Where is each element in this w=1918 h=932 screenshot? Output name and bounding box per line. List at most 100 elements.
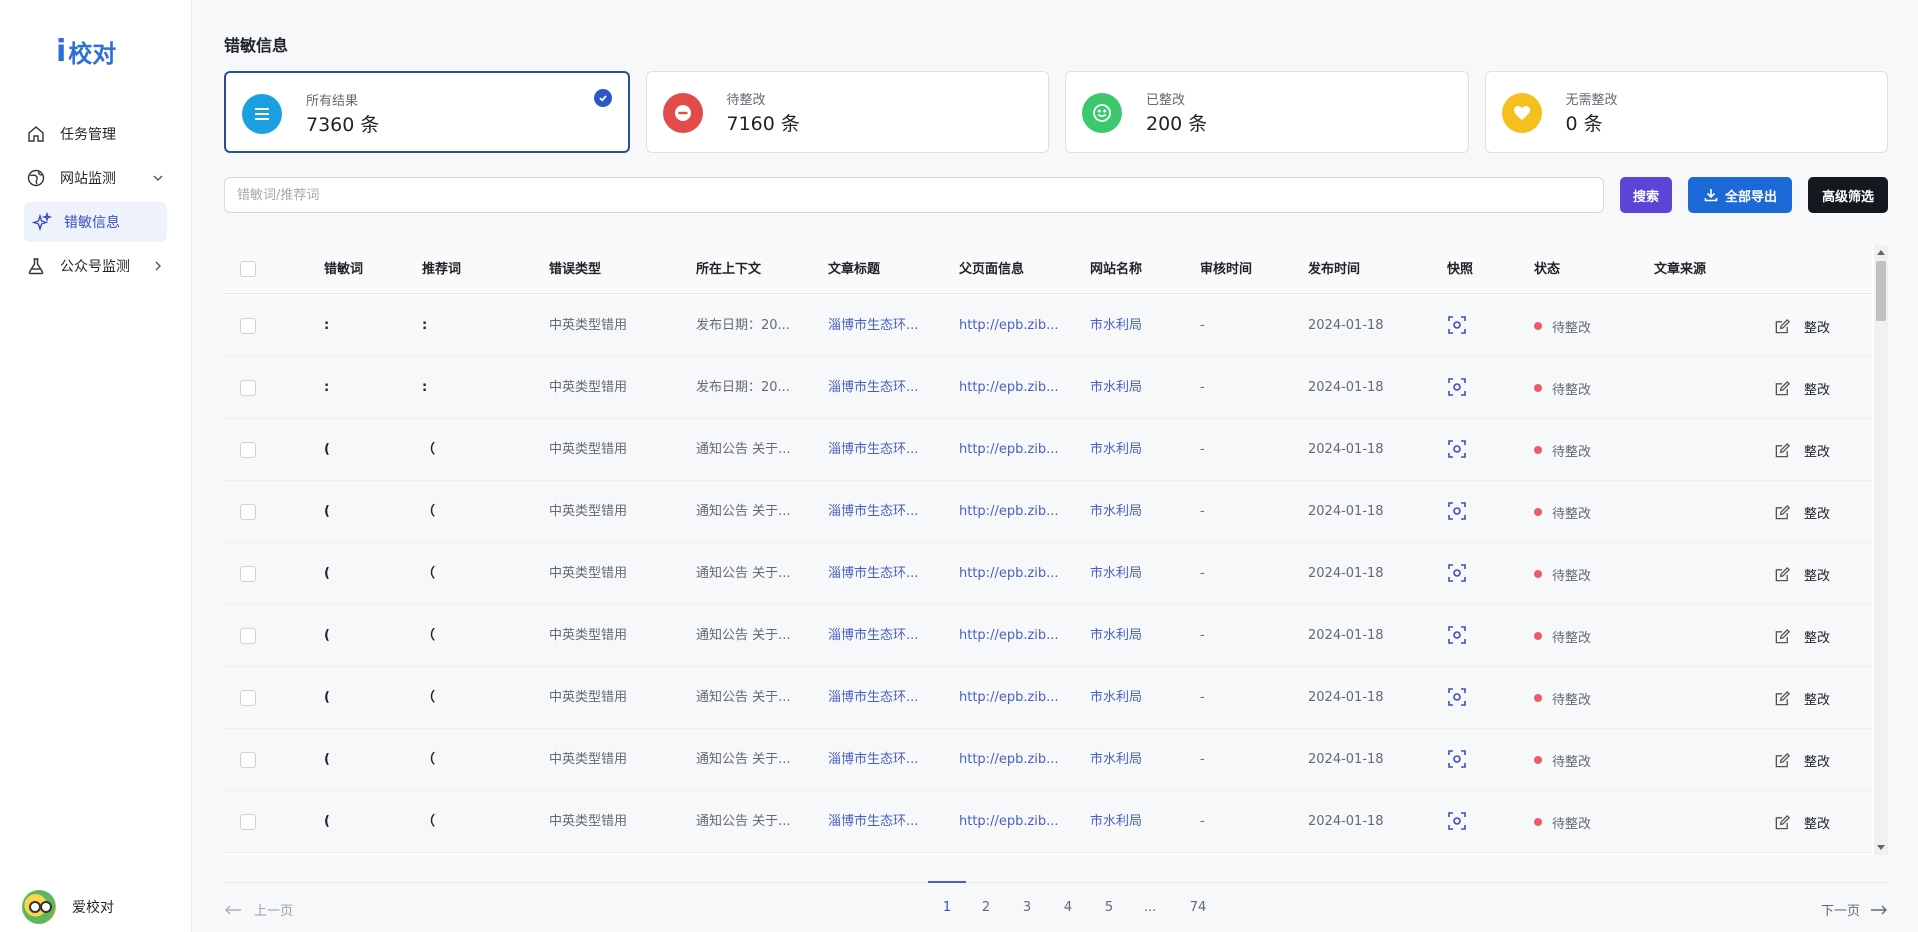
card-all-results[interactable]: 所有结果 7360 条 (224, 71, 630, 153)
snapshot-icon[interactable] (1447, 811, 1467, 831)
card-fixed[interactable]: 已整改 200 条 (1065, 71, 1469, 153)
sidebar-item-website-monitor[interactable]: 网站监测 (0, 158, 191, 198)
sidebar-item-sensitive-info[interactable]: 错敏信息 (24, 202, 167, 242)
fix-button[interactable]: 整改 (1774, 667, 1830, 729)
snapshot-icon[interactable] (1447, 563, 1467, 583)
cell-article-title[interactable]: 淄博市生态环... (828, 667, 918, 729)
cell-article-title[interactable]: 淄博市生态环... (828, 791, 918, 853)
search-button[interactable]: 搜索 (1620, 177, 1672, 213)
edit-icon (1775, 752, 1791, 767)
table-row[interactable]: (（ 中英类型错用 通知公告 关于... 淄博市生态环... http://epb.zi… (224, 481, 1872, 543)
snapshot-icon[interactable] (1447, 749, 1467, 769)
user-profile[interactable]: 爱校对 (22, 890, 114, 924)
search-input[interactable] (224, 177, 1604, 213)
cell-parent-page[interactable]: http://epb.zib... (959, 481, 1059, 543)
card-no-fix-needed[interactable]: 无需整改 0 条 (1484, 71, 1888, 153)
row-checkbox[interactable] (240, 380, 256, 396)
cell-article-title[interactable]: 淄博市生态环... (828, 729, 918, 791)
fix-button[interactable]: 整改 (1774, 729, 1830, 791)
cell-article-title[interactable]: 淄博市生态环... (828, 605, 918, 667)
next-page-button[interactable]: 下一页 (1821, 900, 1888, 919)
column-header[interactable]: 推荐词 (422, 245, 461, 294)
cell-parent-page[interactable]: http://epb.zib... (959, 295, 1059, 357)
column-header[interactable]: 状态 (1534, 245, 1560, 294)
snapshot-icon[interactable] (1447, 687, 1467, 707)
cell-article-title[interactable]: 淄博市生态环... (828, 543, 918, 605)
cell-context: 通知公告 关于... (696, 752, 791, 767)
table-row[interactable]: :: 中英类型错用 发布日期：20... 淄博市生态环... http://epb.zi… (224, 295, 1872, 357)
cell-article-title[interactable]: 淄博市生态环... (828, 419, 918, 481)
table-row[interactable]: (（ 中英类型错用 通知公告 关于... 淄博市生态环... http://epb.zi… (224, 419, 1872, 481)
column-header[interactable]: 审核时间 (1200, 245, 1252, 294)
row-checkbox[interactable] (240, 628, 256, 644)
cell-article-title[interactable]: 淄博市生态环... (828, 357, 918, 419)
column-header[interactable]: 网站名称 (1090, 245, 1142, 294)
scroll-thumb[interactable] (1876, 261, 1886, 321)
fix-button[interactable]: 整改 (1774, 295, 1830, 357)
cell-publish-date: 2024-01-18 (1308, 628, 1384, 643)
column-header[interactable]: 所在上下文 (696, 245, 761, 294)
row-checkbox[interactable] (240, 318, 256, 334)
prev-page-button[interactable]: 上一页 (224, 900, 293, 919)
page-number[interactable]: 74 (1179, 900, 1217, 915)
cell-parent-page[interactable]: http://epb.zib... (959, 791, 1059, 853)
table-row[interactable]: (（ 中英类型错用 通知公告 关于... 淄博市生态环... http://epb.zi… (224, 729, 1872, 791)
fix-button[interactable]: 整改 (1774, 481, 1830, 543)
table-scrollbar[interactable] (1874, 245, 1888, 855)
column-header[interactable]: 快照 (1447, 245, 1473, 294)
row-checkbox[interactable] (240, 752, 256, 768)
table-row[interactable]: (（ 中英类型错用 通知公告 关于... 淄博市生态环... http://epb.zi… (224, 667, 1872, 729)
page-number[interactable]: 1 (928, 881, 966, 915)
sidebar-item-wechat-monitor[interactable]: 公众号监测 (0, 246, 191, 286)
row-checkbox[interactable] (240, 814, 256, 830)
cell-word: ( (324, 628, 330, 643)
snapshot-icon[interactable] (1447, 625, 1467, 645)
snapshot-icon[interactable] (1447, 501, 1467, 521)
status-label: 待整改 (1552, 816, 1592, 832)
cell-article-title[interactable]: 淄博市生态环... (828, 481, 918, 543)
cell-parent-page[interactable]: http://epb.zib... (959, 667, 1059, 729)
cell-parent-page[interactable]: http://epb.zib... (959, 605, 1059, 667)
table-row[interactable]: (（ 中英类型错用 通知公告 关于... 淄博市生态环... http://epb.zi… (224, 543, 1872, 605)
cell-article-title[interactable]: 淄博市生态环... (828, 295, 918, 357)
column-header[interactable]: 错误类型 (549, 245, 601, 294)
advanced-filter-button[interactable]: 高级筛选 (1808, 177, 1888, 213)
row-checkbox[interactable] (240, 566, 256, 582)
table-row[interactable]: (（ 中英类型错用 通知公告 关于... 淄博市生态环... http://epb.zi… (224, 791, 1872, 853)
cell-parent-page[interactable]: http://epb.zib... (959, 357, 1059, 419)
fix-button[interactable]: 整改 (1774, 543, 1830, 605)
scroll-down-arrow[interactable] (1877, 845, 1885, 850)
snapshot-icon[interactable] (1447, 315, 1467, 335)
table-row[interactable]: :: 中英类型错用 发布日期：20... 淄博市生态环... http://epb.zi… (224, 357, 1872, 419)
cell-parent-page[interactable]: http://epb.zib... (959, 729, 1059, 791)
app-logo[interactable]: i 校对 (56, 34, 116, 69)
column-header[interactable]: 发布时间 (1308, 245, 1360, 294)
fix-button[interactable]: 整改 (1774, 605, 1830, 667)
column-header[interactable]: 父页面信息 (959, 245, 1024, 294)
snapshot-icon[interactable] (1447, 377, 1467, 397)
fix-button[interactable]: 整改 (1774, 357, 1830, 419)
page-number[interactable]: 5 (1090, 900, 1128, 915)
sidebar-item-label: 错敏信息 (64, 215, 120, 231)
export-all-button[interactable]: 全部导出 (1688, 177, 1792, 213)
table-row[interactable]: (（ 中英类型错用 通知公告 关于... 淄博市生态环... http://epb.zi… (224, 605, 1872, 667)
row-checkbox[interactable] (240, 504, 256, 520)
cell-parent-page[interactable]: http://epb.zib... (959, 543, 1059, 605)
column-header[interactable]: 文章标题 (828, 245, 880, 294)
scroll-up-arrow[interactable] (1877, 250, 1885, 255)
column-header[interactable]: 错敏词 (324, 245, 363, 294)
sidebar-item-task-management[interactable]: 任务管理 (0, 114, 191, 154)
page-number[interactable]: 2 (967, 900, 1005, 915)
select-all-checkbox[interactable] (240, 261, 256, 277)
column-header[interactable]: 文章来源 (1654, 245, 1706, 294)
cell-publish-date: 2024-01-18 (1308, 566, 1384, 581)
card-pending[interactable]: 待整改 7160 条 (645, 71, 1049, 153)
row-checkbox[interactable] (240, 442, 256, 458)
page-number[interactable]: 4 (1049, 900, 1087, 915)
page-number[interactable]: 3 (1008, 900, 1046, 915)
cell-parent-page[interactable]: http://epb.zib... (959, 419, 1059, 481)
row-checkbox[interactable] (240, 690, 256, 706)
fix-button[interactable]: 整改 (1774, 419, 1830, 481)
fix-button[interactable]: 整改 (1774, 791, 1830, 853)
snapshot-icon[interactable] (1447, 439, 1467, 459)
